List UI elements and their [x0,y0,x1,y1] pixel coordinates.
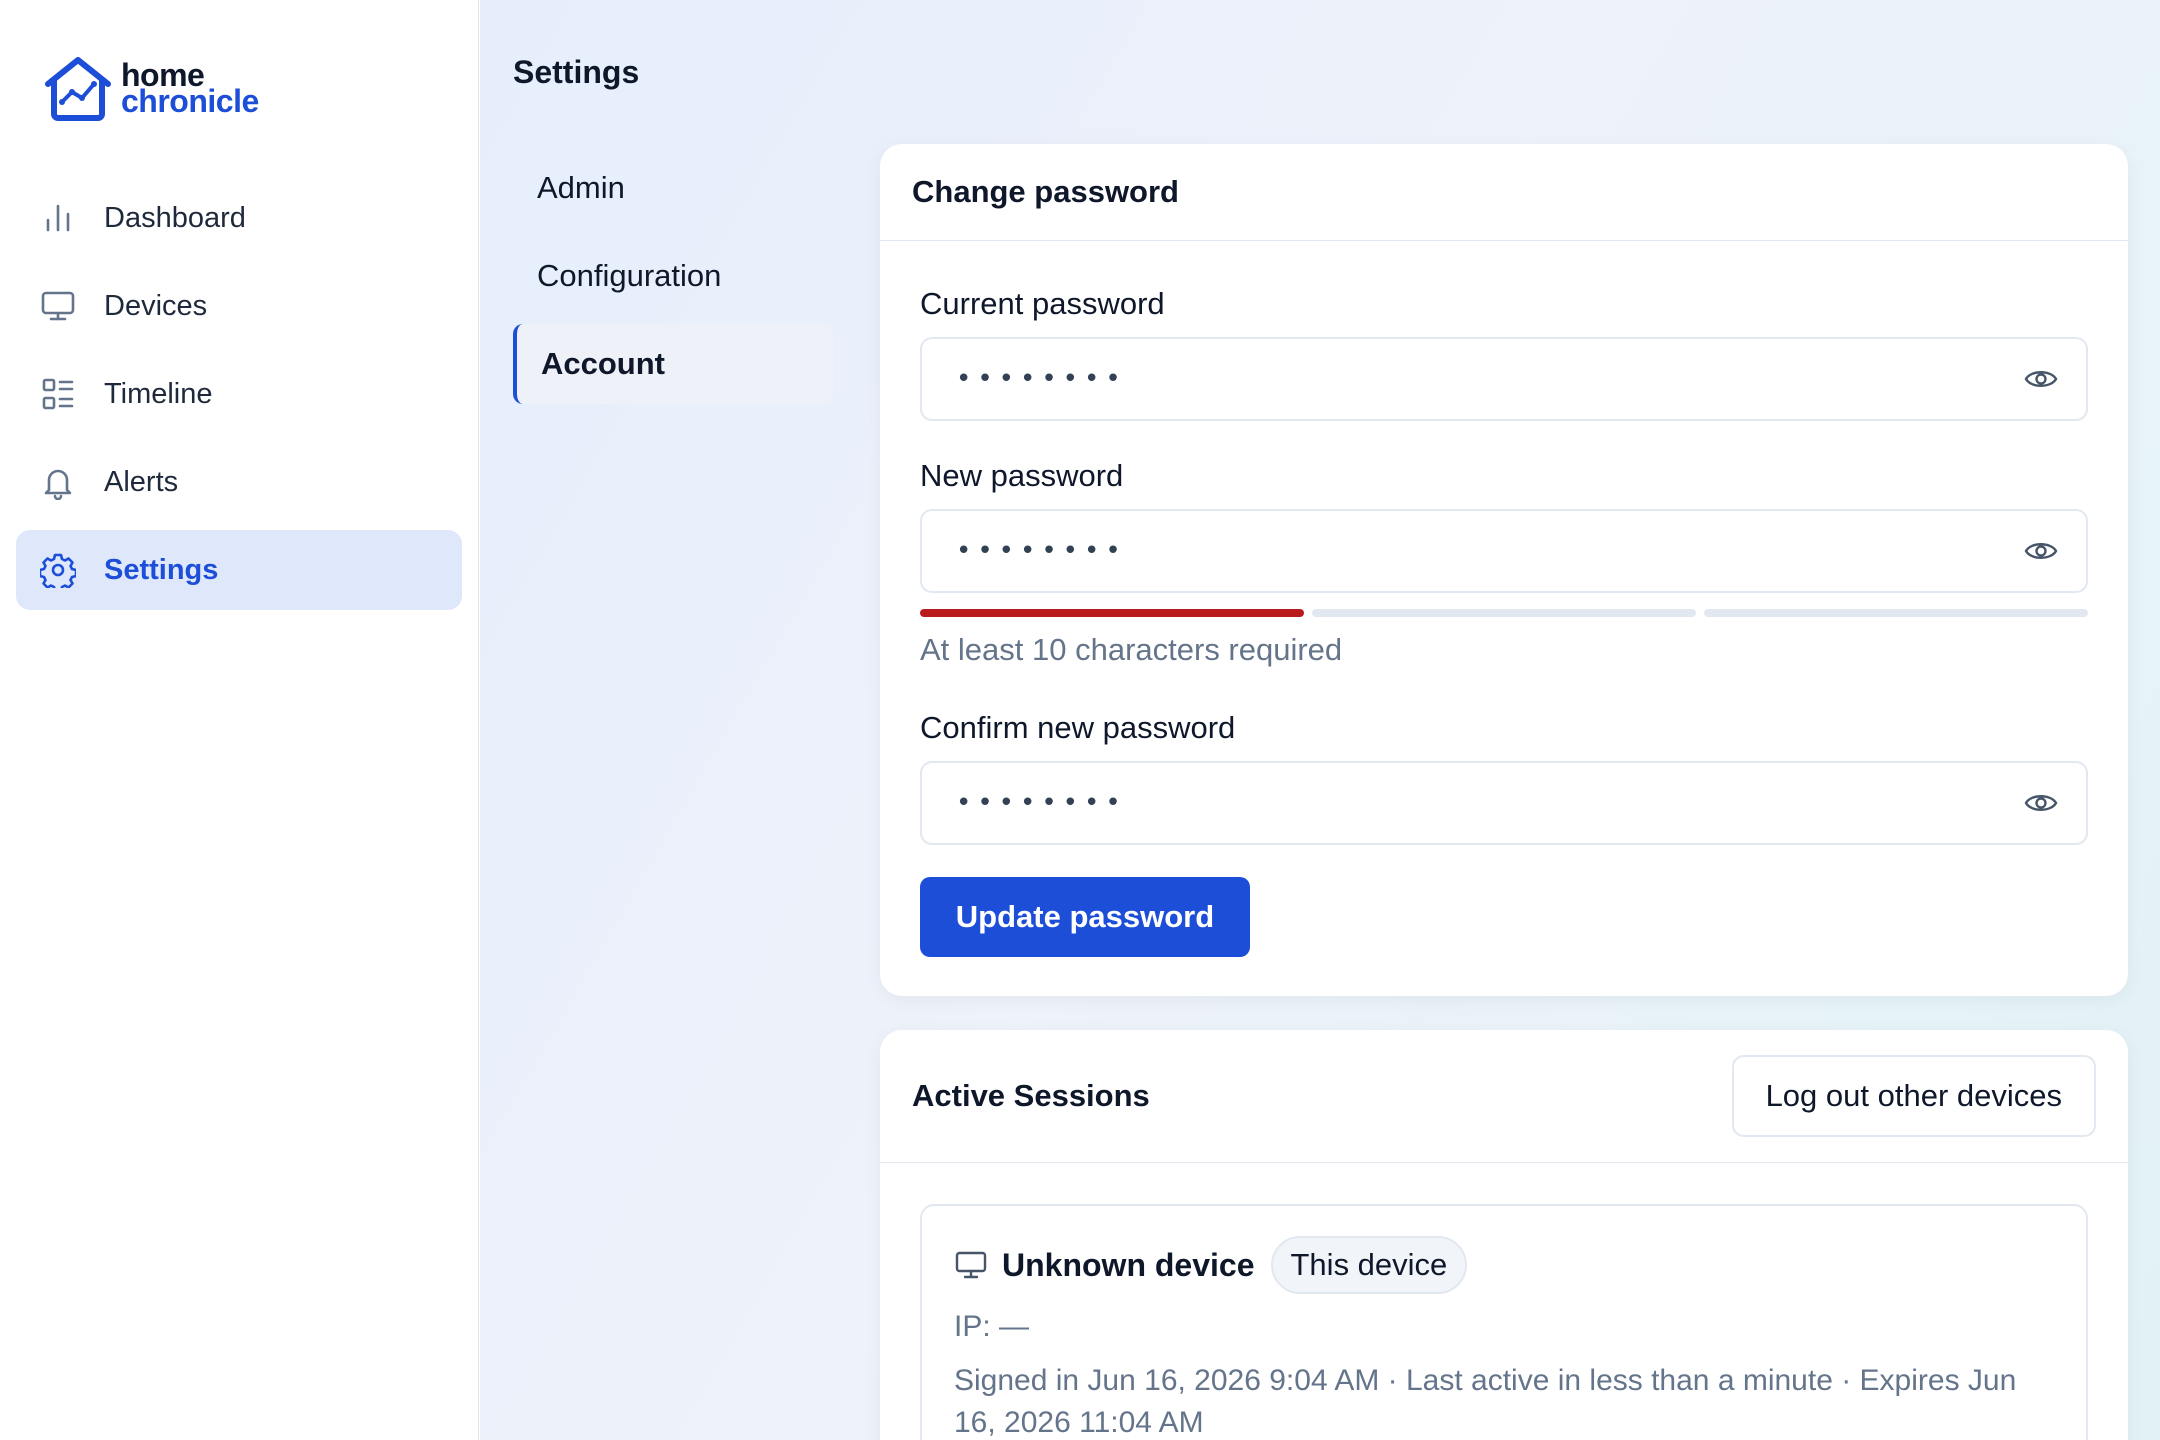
bar-chart-icon [40,200,76,236]
confirm-password-field[interactable]: •••••••• [920,761,2088,845]
card-header: Active Sessions Log out other devices [880,1030,2128,1163]
new-password-field[interactable]: •••••••• [920,509,2088,593]
new-password-label: New password [920,458,1124,493]
current-device-badge: This device [1270,1236,1468,1294]
timeline-list-icon [40,376,76,412]
sidebar-nav: Dashboard Devices Timeline Alerts Settin… [16,178,462,618]
card-title: Change password [912,174,1179,209]
eye-icon[interactable] [2024,534,2058,568]
new-password-value: •••••••• [956,536,1127,566]
sidebar-item-alerts[interactable]: Alerts [16,442,462,522]
logout-other-devices-button[interactable]: Log out other devices [1731,1055,2096,1137]
sidebar-item-settings[interactable]: Settings [16,530,462,610]
eye-icon[interactable] [2024,786,2058,820]
sidebar-item-label: Devices [104,289,208,322]
bell-icon [40,464,76,500]
update-password-button[interactable]: Update password [920,877,1250,957]
eye-icon[interactable] [2024,362,2058,396]
brand-logo[interactable]: home chronicle [42,54,259,122]
current-password-value: •••••••• [956,364,1127,394]
current-password-field[interactable]: •••••••• [920,337,2088,421]
change-password-card: Change password Current password •••••••… [880,144,2128,996]
confirm-password-label: Confirm new password [920,710,1236,745]
sidebar-item-dashboard[interactable]: Dashboard [16,178,462,258]
card-title: Active Sessions [912,1078,1150,1113]
current-password-label: Current password [920,286,1165,321]
confirm-password-value: •••••••• [956,788,1127,818]
monitor-icon [955,1251,987,1279]
session-item: Unknown device This device IP: — Signed … [920,1204,2088,1440]
strength-segment [1312,609,1696,617]
sidebar-item-label: Dashboard [104,201,246,234]
brand-name-line2: chronicle [121,83,259,119]
strength-segment [920,609,1304,617]
sidebar-item-label: Timeline [104,377,213,410]
tab-admin[interactable]: Admin [513,148,833,228]
session-ip: IP: — [954,1310,1030,1343]
device-name: Unknown device [1002,1246,1255,1283]
strength-segment [1704,609,2088,617]
sidebar-item-label: Settings [104,553,219,586]
sidebar-item-devices[interactable]: Devices [16,266,462,346]
sidebar: home chronicle Dashboard Devices Timelin… [0,0,479,1440]
password-hint: At least 10 characters required [920,632,1343,667]
sidebar-item-timeline[interactable]: Timeline [16,354,462,434]
session-meta: Signed in Jun 16, 2026 9:04 AM · Last ac… [954,1364,2017,1439]
settings-subnav: Admin Configuration Account [513,148,833,412]
brand-name: home chronicle [121,59,259,119]
session-header: Unknown device This device [954,1236,2054,1294]
password-strength-meter [920,609,2088,617]
monitor-icon [40,288,76,324]
tab-account[interactable]: Account [513,324,833,404]
tab-configuration[interactable]: Configuration [513,236,833,316]
page-title: Settings [513,54,640,90]
active-sessions-card: Active Sessions Log out other devices Un… [880,1030,2128,1440]
sidebar-item-label: Alerts [104,465,179,498]
main-content: Settings Admin Configuration Account Cha… [480,0,2160,1440]
house-chart-icon [45,57,111,121]
gear-icon [40,552,76,588]
card-header: Change password [880,144,2128,241]
